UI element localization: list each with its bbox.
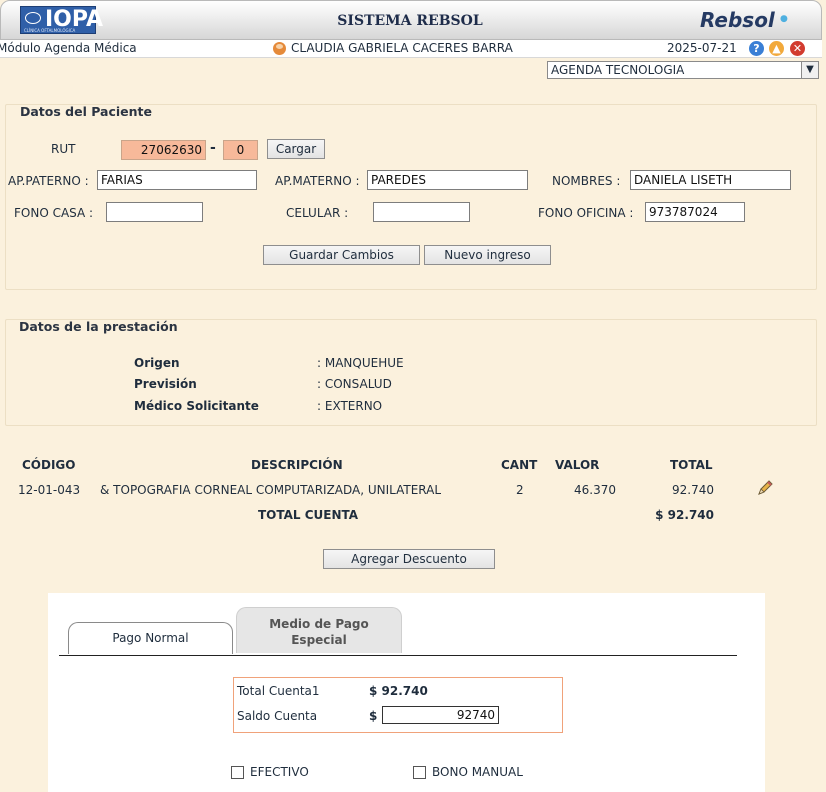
tab-medio-pago-especial[interactable]: Medio de Pago Especial bbox=[236, 607, 402, 653]
patient-section-title: Datos del Paciente bbox=[20, 104, 153, 119]
prestacion-section bbox=[5, 319, 817, 426]
agenda-select[interactable]: AGENDA TECNOLOGIA ▼ bbox=[547, 61, 819, 79]
user-icon bbox=[273, 42, 286, 55]
summary-total-value: $ 92.740 bbox=[369, 684, 428, 698]
celular-input[interactable] bbox=[373, 202, 470, 222]
row-total: 92.740 bbox=[672, 483, 714, 497]
saldo-label: Saldo Cuenta bbox=[237, 709, 318, 723]
medico-value: : EXTERNO bbox=[317, 399, 383, 413]
edit-pencil-icon[interactable] bbox=[756, 479, 774, 497]
medico-label: Médico Solicitante bbox=[134, 399, 259, 413]
rut-dash: - bbox=[210, 140, 216, 156]
col-header-codigo: CÓDIGO bbox=[22, 458, 76, 472]
rut-input[interactable]: 27062630 bbox=[121, 140, 206, 160]
summary-total-label: Total Cuenta1 bbox=[237, 684, 320, 698]
new-entry-button[interactable]: Nuevo ingreso bbox=[424, 245, 551, 265]
ap-materno-label: AP.MATERNO : bbox=[275, 174, 360, 188]
origen-value: : MANQUEHUE bbox=[317, 356, 404, 370]
col-header-valor: VALOR bbox=[555, 458, 600, 472]
add-discount-button[interactable]: Agregar Descuento bbox=[323, 549, 495, 569]
load-button[interactable]: Cargar bbox=[267, 139, 325, 159]
total-cuenta-label: TOTAL CUENTA bbox=[258, 508, 359, 522]
system-title: SISTEMA REBSOL bbox=[337, 13, 483, 29]
lock-icon[interactable]: ▲ bbox=[769, 41, 784, 56]
ap-paterno-label: AP.PATERNO : bbox=[8, 174, 89, 188]
col-header-total: TOTAL bbox=[670, 458, 713, 472]
tab-pago-normal[interactable]: Pago Normal bbox=[68, 622, 233, 654]
tab-pago-normal-label: Pago Normal bbox=[112, 631, 189, 645]
row-valor: 46.370 bbox=[574, 483, 616, 497]
rut-dv-input[interactable]: 0 bbox=[223, 140, 258, 160]
row-codigo: 12-01-043 bbox=[18, 483, 81, 497]
fono-oficina-input[interactable]: 973787024 bbox=[645, 202, 745, 222]
nombres-label: NOMBRES : bbox=[552, 174, 621, 188]
close-icon[interactable]: ✕ bbox=[790, 41, 805, 56]
ap-paterno-input[interactable]: FARIAS bbox=[97, 170, 257, 190]
bono-manual-label: BONO MANUAL bbox=[432, 765, 523, 779]
save-changes-button[interactable]: Guardar Cambios bbox=[263, 245, 420, 265]
brand-dots-icon: ● bbox=[780, 14, 788, 24]
iopa-logo: IOPA CLÍNICA OFTALMOLÓGICA bbox=[20, 6, 103, 34]
module-name: Módulo Agenda Médica bbox=[0, 41, 137, 55]
logo-emblem-icon bbox=[25, 12, 41, 24]
bono-manual-checkbox[interactable] bbox=[413, 766, 426, 779]
fono-casa-label: FONO CASA : bbox=[14, 206, 94, 220]
rebsol-brand: Rebsol bbox=[700, 8, 775, 32]
agenda-selected-value: AGENDA TECNOLOGIA bbox=[551, 63, 685, 77]
rut-label: RUT bbox=[51, 142, 76, 156]
total-cuenta-value: $ 92.740 bbox=[655, 508, 714, 522]
logo-subtitle: CLÍNICA OFTALMOLÓGICA bbox=[24, 28, 76, 33]
efectivo-label: EFECTIVO bbox=[250, 765, 309, 779]
celular-label: CELULAR : bbox=[286, 206, 349, 220]
tab-divider bbox=[59, 655, 737, 656]
fono-oficina-label: FONO OFICINA : bbox=[538, 206, 634, 220]
row-cant: 2 bbox=[516, 483, 524, 497]
fono-casa-input[interactable] bbox=[106, 202, 203, 222]
prevision-label: Previsión bbox=[134, 377, 197, 391]
tab-special-line2: Especial bbox=[291, 633, 347, 647]
nombres-input[interactable]: DANIELA LISETH bbox=[630, 170, 791, 190]
prestacion-section-title: Datos de la prestación bbox=[19, 319, 178, 334]
user-name: CLAUDIA GABRIELA CACERES BARRA bbox=[291, 41, 513, 55]
col-header-cant: CANT bbox=[501, 458, 538, 472]
origen-label: Origen bbox=[134, 356, 180, 370]
chevron-down-icon[interactable]: ▼ bbox=[801, 62, 818, 78]
efectivo-checkbox[interactable] bbox=[231, 766, 244, 779]
col-header-descripcion: DESCRIPCIÓN bbox=[251, 458, 343, 472]
help-icon[interactable]: ? bbox=[749, 41, 764, 56]
ap-materno-input[interactable]: PAREDES bbox=[367, 170, 528, 190]
current-date: 2025-07-21 bbox=[667, 41, 737, 55]
prevision-value: : CONSALUD bbox=[317, 377, 392, 391]
saldo-input[interactable]: 92740 bbox=[382, 706, 499, 724]
row-descripcion: & TOPOGRAFIA CORNEAL COMPUTARIZADA, UNIL… bbox=[100, 483, 442, 497]
table-row: 12-01-043 & TOPOGRAFIA CORNEAL COMPUTARI… bbox=[0, 480, 790, 500]
saldo-currency: $ bbox=[369, 709, 378, 723]
tab-special-line1: Medio de Pago bbox=[269, 617, 369, 631]
